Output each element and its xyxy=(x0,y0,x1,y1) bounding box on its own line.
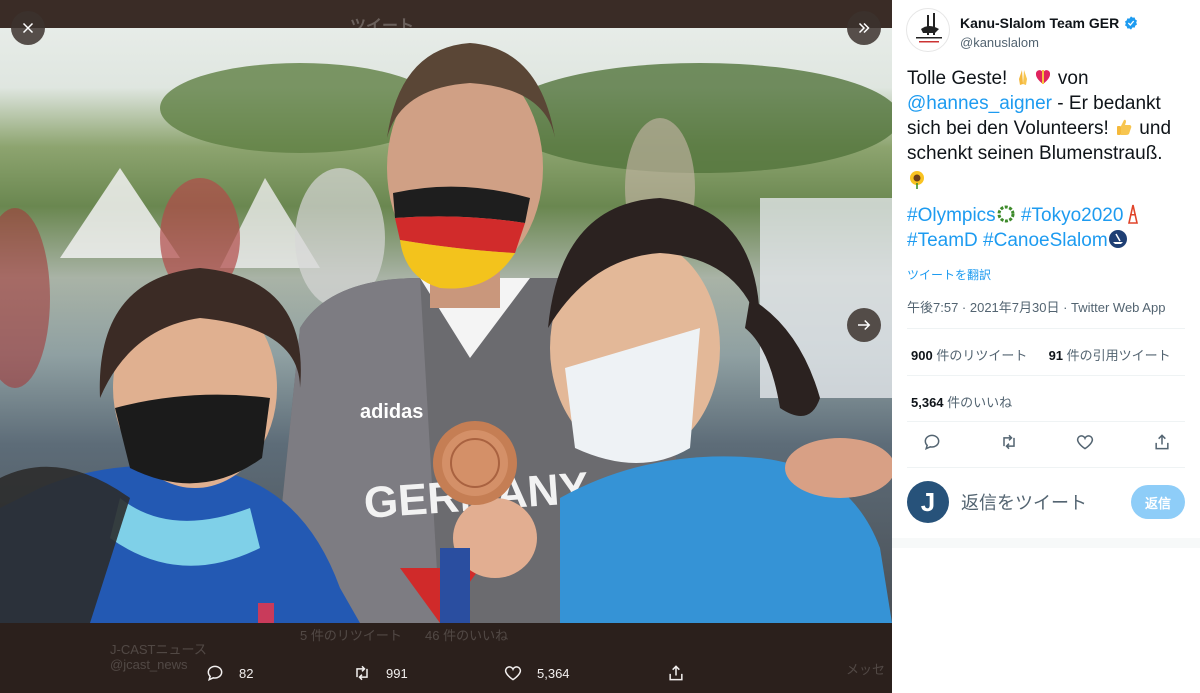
divider xyxy=(907,421,1185,422)
double-chevron-right-icon xyxy=(858,22,870,34)
tweet-panel: Kanu-Slalom Team GER @kanuslalom Tolle G… xyxy=(892,0,1200,693)
close-button[interactable] xyxy=(11,11,45,45)
retweet-total[interactable]: 900 xyxy=(911,348,933,363)
user-avatar[interactable]: J xyxy=(907,481,949,523)
heart-icon xyxy=(504,666,522,681)
reply-button[interactable]: 返信 xyxy=(1131,485,1185,519)
hashtag-tokyo2020[interactable]: #Tokyo2020 xyxy=(1021,205,1123,226)
background-tweet-strip: J-CASTニュース @jcast_news 5 件のリツイート 46 件のいい… xyxy=(0,623,892,693)
folded-hands-icon xyxy=(1018,70,1027,85)
media-viewer: ツイート adidas GERMANY xyxy=(0,0,892,693)
next-image-button[interactable] xyxy=(847,308,881,342)
heart-ribbon-icon xyxy=(1035,70,1050,84)
kanu-slalom-logo xyxy=(916,13,942,43)
background-header: ツイート xyxy=(0,0,892,35)
reply-input[interactable]: 返信をツイート xyxy=(961,489,1131,515)
sunflower-icon xyxy=(910,171,924,189)
close-icon xyxy=(22,22,34,34)
like-count: 5,364 xyxy=(537,665,570,681)
share-stat[interactable] xyxy=(666,663,686,683)
share-icon[interactable] xyxy=(1152,432,1172,452)
quote-total-label[interactable]: 件の引用ツイート xyxy=(1063,348,1171,363)
divider xyxy=(907,467,1185,468)
display-name[interactable]: Kanu-Slalom Team GER xyxy=(960,15,1119,31)
avatar[interactable] xyxy=(906,8,950,52)
photo-illustration: adidas GERMANY xyxy=(0,43,892,623)
heart-icon[interactable] xyxy=(1075,432,1095,452)
section-separator xyxy=(892,538,1200,548)
canoe-slalom-icon xyxy=(1108,230,1127,248)
tweet-header: Kanu-Slalom Team GER @kanuslalom xyxy=(906,8,1139,52)
expand-panel-button[interactable] xyxy=(847,11,881,45)
reply-icon xyxy=(207,665,223,682)
retweet-quote-counts: 900 件のリツイート 91 件の引用ツイート xyxy=(911,345,1171,364)
tweet-text: Tolle Geste! von @hannes_aigner - Er bed… xyxy=(907,66,1192,253)
reply-stat[interactable]: 82 xyxy=(205,663,253,683)
tweet-text-part: von xyxy=(1052,68,1089,89)
background-account-name: J-CASTニュース xyxy=(110,642,207,657)
retweet-count: 991 xyxy=(386,665,408,681)
tokyo-tower-icon xyxy=(1128,204,1139,224)
jacket-brand-logo: adidas xyxy=(360,401,423,423)
divider xyxy=(907,328,1185,329)
laurel-wreath-icon xyxy=(997,205,1015,223)
tweet-photo[interactable]: adidas GERMANY xyxy=(0,28,892,623)
verified-badge-icon xyxy=(1125,16,1138,30)
reply-icon[interactable] xyxy=(922,432,942,452)
user-handle[interactable]: @kanuslalom xyxy=(960,35,1139,50)
like-total[interactable]: 5,364 xyxy=(911,395,944,410)
retweet-total-label[interactable]: 件のリツイート xyxy=(933,348,1027,363)
background-account-handle: @jcast_news xyxy=(110,657,188,672)
background-retweets: 5 件のリツイート xyxy=(300,628,402,643)
hashtag-teamd[interactable]: #TeamD xyxy=(907,230,978,251)
tweet-text-part: Tolle Geste! xyxy=(907,68,1013,89)
reply-composer: J 返信をツイート 返信 xyxy=(907,480,1185,524)
arrow-right-icon xyxy=(858,319,871,331)
like-total-label[interactable]: 件のいいね xyxy=(944,395,1012,410)
thumbs-up-icon xyxy=(1117,119,1132,135)
like-counts: 5,364 件のいいね xyxy=(911,392,1012,411)
retweet-icon xyxy=(356,665,368,681)
retweet-stat[interactable]: 991 xyxy=(352,663,408,683)
background-likes: 46 件のいいね xyxy=(425,628,509,643)
share-icon xyxy=(669,665,683,681)
translate-link[interactable]: ツイートを翻訳 xyxy=(907,266,991,283)
hashtag-canoeslalom[interactable]: #CanoeSlalom xyxy=(983,230,1108,251)
reply-count: 82 xyxy=(239,665,254,681)
tweet-timestamp[interactable]: 午後7:57 · 2021年7月30日 · Twitter Web App xyxy=(907,297,1165,316)
divider xyxy=(907,375,1185,376)
like-stat[interactable]: 5,364 xyxy=(503,663,570,683)
retweet-icon[interactable] xyxy=(999,432,1019,452)
background-messages: メッセ xyxy=(846,662,886,677)
tweet-actions xyxy=(922,432,1172,452)
quote-total[interactable]: 91 xyxy=(1049,348,1063,363)
hashtag-olympics[interactable]: #Olympics xyxy=(907,205,996,226)
mention-link[interactable]: @hannes_aigner xyxy=(907,93,1052,114)
